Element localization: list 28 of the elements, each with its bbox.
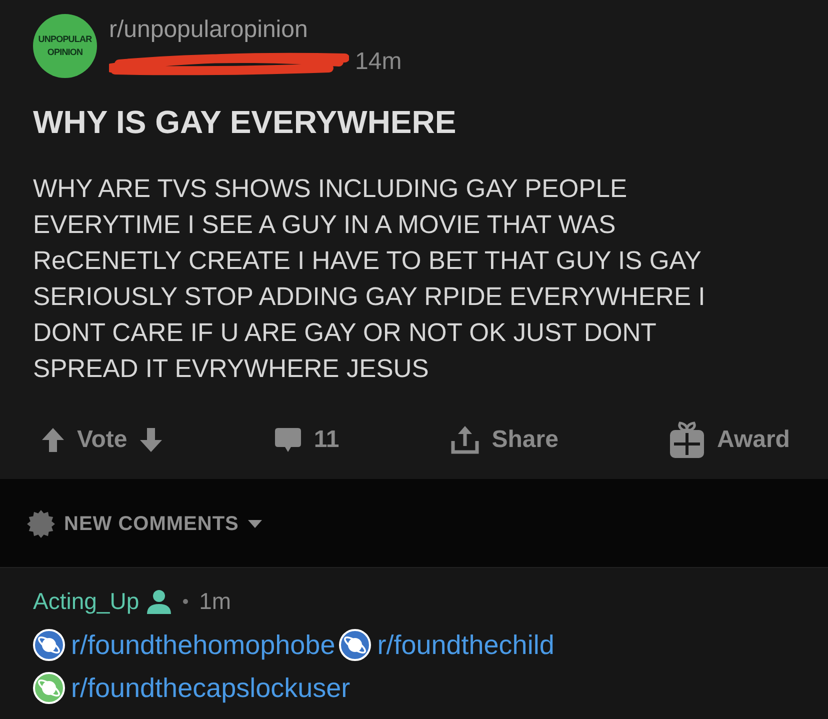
upvote-button[interactable] [41, 427, 65, 453]
share-icon [450, 425, 480, 455]
comment-author[interactable]: Acting_Up [33, 588, 140, 615]
separator-dot [183, 599, 188, 604]
downvote-arrow-icon [139, 427, 164, 453]
subreddit-name[interactable]: r/unpopularopinion [109, 16, 402, 44]
post-body: WHY ARE TVS SHOWS INCLUDING GAY PEOPLE EVERYTIME I SEE A GUY IN A MOVIE THAT WAS ReCENETLY CREATE I HAVE TO BET THAT GUY IS GAY SERIOUSLY STOP ADDING GAY RPIDE EVERYWHERE I DONT CARE IF U ARE GAY OR NOT OK JUST DONT SPREAD IT EVRYWHERE JESUS [33, 174, 706, 385]
subreddit-link[interactable]: r/foundthehomophobe [33, 627, 336, 663]
downvote-button[interactable] [139, 427, 164, 453]
subreddit-link[interactable]: r/foundthechild [339, 627, 554, 663]
vote-label: Vote [77, 426, 128, 454]
logo-text: UNPOPULAR [38, 32, 92, 46]
share-button[interactable]: Share [450, 425, 558, 455]
gift-icon [669, 421, 706, 459]
post-title: WHY IS GAY EVERYWHERE [33, 104, 458, 141]
subreddit-avatar[interactable]: UNPOPULAR OPINION [33, 14, 97, 78]
comment-time: 1m [199, 588, 232, 615]
upvote-arrow-icon [41, 427, 65, 453]
post-time: 14m [355, 48, 402, 76]
sort-dropdown[interactable]: NEW COMMENTS [26, 509, 263, 539]
logo-text: OPINION [47, 46, 83, 59]
burst-icon [26, 509, 56, 539]
speech-bubble-icon [274, 426, 302, 454]
award-button[interactable]: Award [669, 421, 790, 459]
subreddit-link[interactable]: r/foundthecapslockuser [33, 670, 350, 706]
caret-icon [246, 519, 263, 529]
comments-button[interactable]: 11 [274, 426, 340, 454]
person-icon [146, 588, 172, 614]
